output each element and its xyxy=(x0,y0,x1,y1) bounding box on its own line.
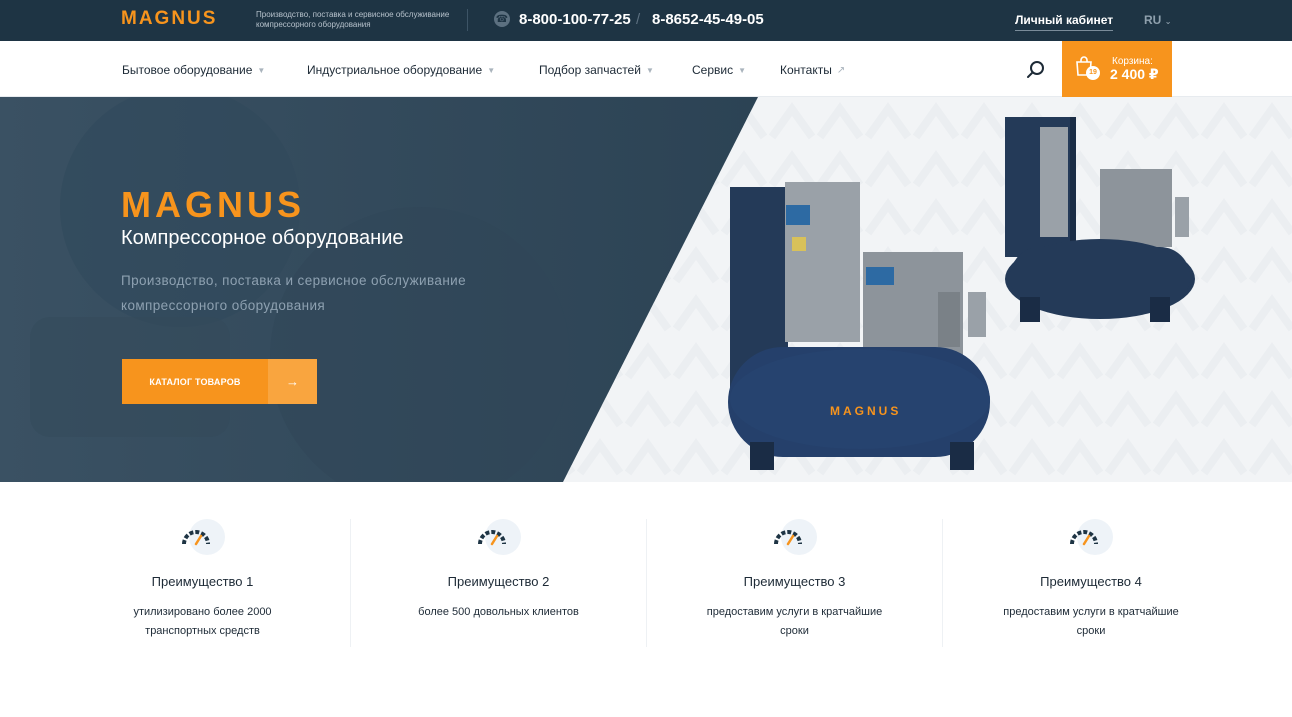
feature-title: Преимущество 1 xyxy=(151,574,254,589)
nav-item-label: Бытовое оборудование xyxy=(122,63,253,77)
phone-icon: ☎ xyxy=(494,11,510,27)
cart-count-badge: 19 xyxy=(1086,66,1100,80)
nav-item-service[interactable]: Сервис ▼ xyxy=(692,63,746,77)
cart-total: 2 400 ₽ xyxy=(1110,66,1159,82)
language-label: RU xyxy=(1144,13,1162,27)
feature-text: предоставим услуги в кратчайшие сроки xyxy=(1003,606,1179,637)
hero-banner: MAGNUS MAGNUS Компрессорное оборудование… xyxy=(0,97,1292,482)
nav-item-parts[interactable]: Подбор запчастей ▼ xyxy=(539,63,654,77)
nav-item-label: Сервис xyxy=(692,63,734,77)
arrow-right-icon: → xyxy=(268,359,317,404)
phone-number-2[interactable]: 8-8652-45-49-05 xyxy=(652,11,764,28)
nav-item-contacts[interactable]: Контакты ↗ xyxy=(780,63,845,77)
top-bar: MAGNUS Производство, поставка и сервисно… xyxy=(0,0,1292,41)
external-arrow-icon: ↗ xyxy=(836,64,846,76)
language-selector[interactable]: RU ⌄ xyxy=(1144,13,1171,27)
main-nav: Бытовое оборудование ▼ Индустриальное об… xyxy=(0,41,1292,97)
hero-title: Компрессорное оборудование xyxy=(121,227,404,249)
nav-item-industrial[interactable]: Индустриальное оборудование ▼ xyxy=(307,63,495,77)
feature-title: Преимущество 3 xyxy=(743,574,846,589)
chevron-down-icon: ▼ xyxy=(645,65,654,75)
phone-separator: / xyxy=(636,11,641,28)
nav-item-label: Контакты xyxy=(780,63,832,77)
feature-item-1: Преимущество 1 утилизировано более 2000 … xyxy=(55,519,351,647)
hero-subtitle: Производство, поставка и сервисное обслу… xyxy=(121,273,467,313)
feature-text: более 500 довольных клиентов xyxy=(418,606,579,618)
logo-text: MAGNUS xyxy=(121,8,218,29)
feature-text: утилизировано более 2000 транспортных ср… xyxy=(133,606,272,637)
chevron-down-icon: ⌄ xyxy=(1164,17,1172,26)
gauge-icon xyxy=(477,519,521,555)
phone-number-1[interactable]: 8-800-100-77-25 xyxy=(519,11,631,28)
hero-logo: MAGNUS xyxy=(121,184,305,225)
divider xyxy=(467,9,468,31)
chevron-down-icon: ▼ xyxy=(487,65,496,75)
nav-item-label: Индустриальное оборудование xyxy=(307,63,483,77)
chevron-down-icon: ▼ xyxy=(738,65,747,75)
catalog-button-label: КАТАЛОГ ТОВАРОВ xyxy=(122,359,268,404)
feature-item-2: Преимущество 2 более 500 довольных клиен… xyxy=(351,519,647,647)
search-icon[interactable] xyxy=(1026,60,1046,80)
svg-text:MAGNUS: MAGNUS xyxy=(830,404,901,418)
catalog-button[interactable]: КАТАЛОГ ТОВАРОВ → xyxy=(122,359,317,404)
feature-title: Преимущество 2 xyxy=(447,574,550,589)
header-logo[interactable]: MAGNUS xyxy=(121,9,217,29)
features-section: Преимущество 1 утилизировано более 2000 … xyxy=(0,482,1292,717)
nav-item-label: Подбор запчастей xyxy=(539,63,641,77)
gauge-icon xyxy=(773,519,817,555)
nav-item-household[interactable]: Бытовое оборудование ▼ xyxy=(122,63,265,77)
chevron-down-icon: ▼ xyxy=(257,65,266,75)
feature-title: Преимущество 4 xyxy=(1040,574,1142,589)
feature-text: предоставим услуги в кратчайшие сроки xyxy=(706,606,883,637)
feature-item-3: Преимущество 3 предоставим услуги в крат… xyxy=(647,519,943,647)
cart-button[interactable]: 19 Корзина: 2 400 ₽ xyxy=(1062,41,1172,97)
header-tagline: Производство, поставка и сервисное обслу… xyxy=(256,10,450,29)
gauge-icon xyxy=(1069,519,1113,555)
gauge-icon xyxy=(181,519,225,555)
feature-item-4: Преимущество 4 предоставим услуги в крат… xyxy=(943,519,1239,647)
account-link[interactable]: Личный кабинет xyxy=(1015,13,1114,31)
